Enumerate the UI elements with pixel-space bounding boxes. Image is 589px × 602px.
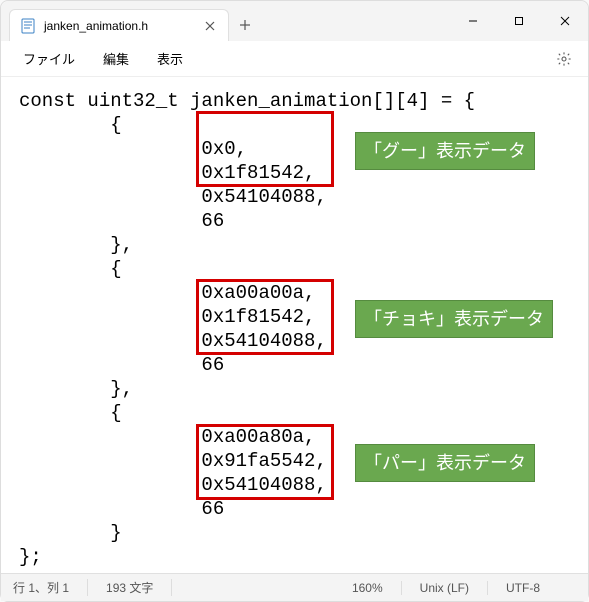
code-line: };	[1, 545, 588, 569]
window-controls	[450, 1, 588, 41]
status-eol[interactable]: Unix (LF)	[420, 581, 488, 595]
code-line: 66	[1, 353, 588, 377]
code-line: 66	[1, 209, 588, 233]
status-cursor: 行 1、列 1	[13, 579, 88, 596]
tab-strip: janken_animation.h	[1, 1, 450, 41]
status-encoding[interactable]: UTF-8	[506, 581, 558, 595]
code-line: }	[1, 521, 588, 545]
minimize-button[interactable]	[450, 5, 496, 37]
code-line: const uint32_t janken_animation[][4] = {	[1, 89, 588, 113]
status-zoom[interactable]: 160%	[352, 581, 402, 595]
notepad-icon	[20, 18, 36, 34]
statusbar: 行 1、列 1 193 文字 160% Unix (LF) UTF-8	[1, 573, 588, 601]
editor-area[interactable]: const uint32_t janken_animation[][4] = {…	[1, 77, 588, 573]
code-line: 0x54104088,	[1, 185, 588, 209]
gear-icon[interactable]	[550, 45, 578, 73]
highlight-box-pa	[196, 424, 334, 500]
highlight-box-choki	[196, 279, 334, 355]
annotation-choki: 「チョキ」表示データ	[355, 300, 553, 338]
menu-view[interactable]: 表示	[145, 43, 195, 74]
menubar: ファイル 編集 表示	[1, 41, 588, 77]
code-line: {	[1, 401, 588, 425]
highlight-box-gu	[196, 111, 334, 187]
code-line: },	[1, 233, 588, 257]
annotation-pa: 「パー」表示データ	[355, 444, 535, 482]
close-icon[interactable]	[202, 18, 218, 34]
tab-title: janken_animation.h	[44, 19, 148, 33]
close-window-button[interactable]	[542, 5, 588, 37]
menu-edit[interactable]: 編集	[91, 43, 141, 74]
menu-file[interactable]: ファイル	[11, 43, 87, 74]
annotation-gu: 「グー」表示データ	[355, 132, 535, 170]
code-line: },	[1, 377, 588, 401]
new-tab-button[interactable]	[229, 9, 261, 41]
titlebar: janken_animation.h	[1, 1, 588, 41]
tab-active[interactable]: janken_animation.h	[9, 9, 229, 41]
code-line: {	[1, 257, 588, 281]
code-line: 66	[1, 497, 588, 521]
status-charcount: 193 文字	[106, 579, 172, 596]
maximize-button[interactable]	[496, 5, 542, 37]
